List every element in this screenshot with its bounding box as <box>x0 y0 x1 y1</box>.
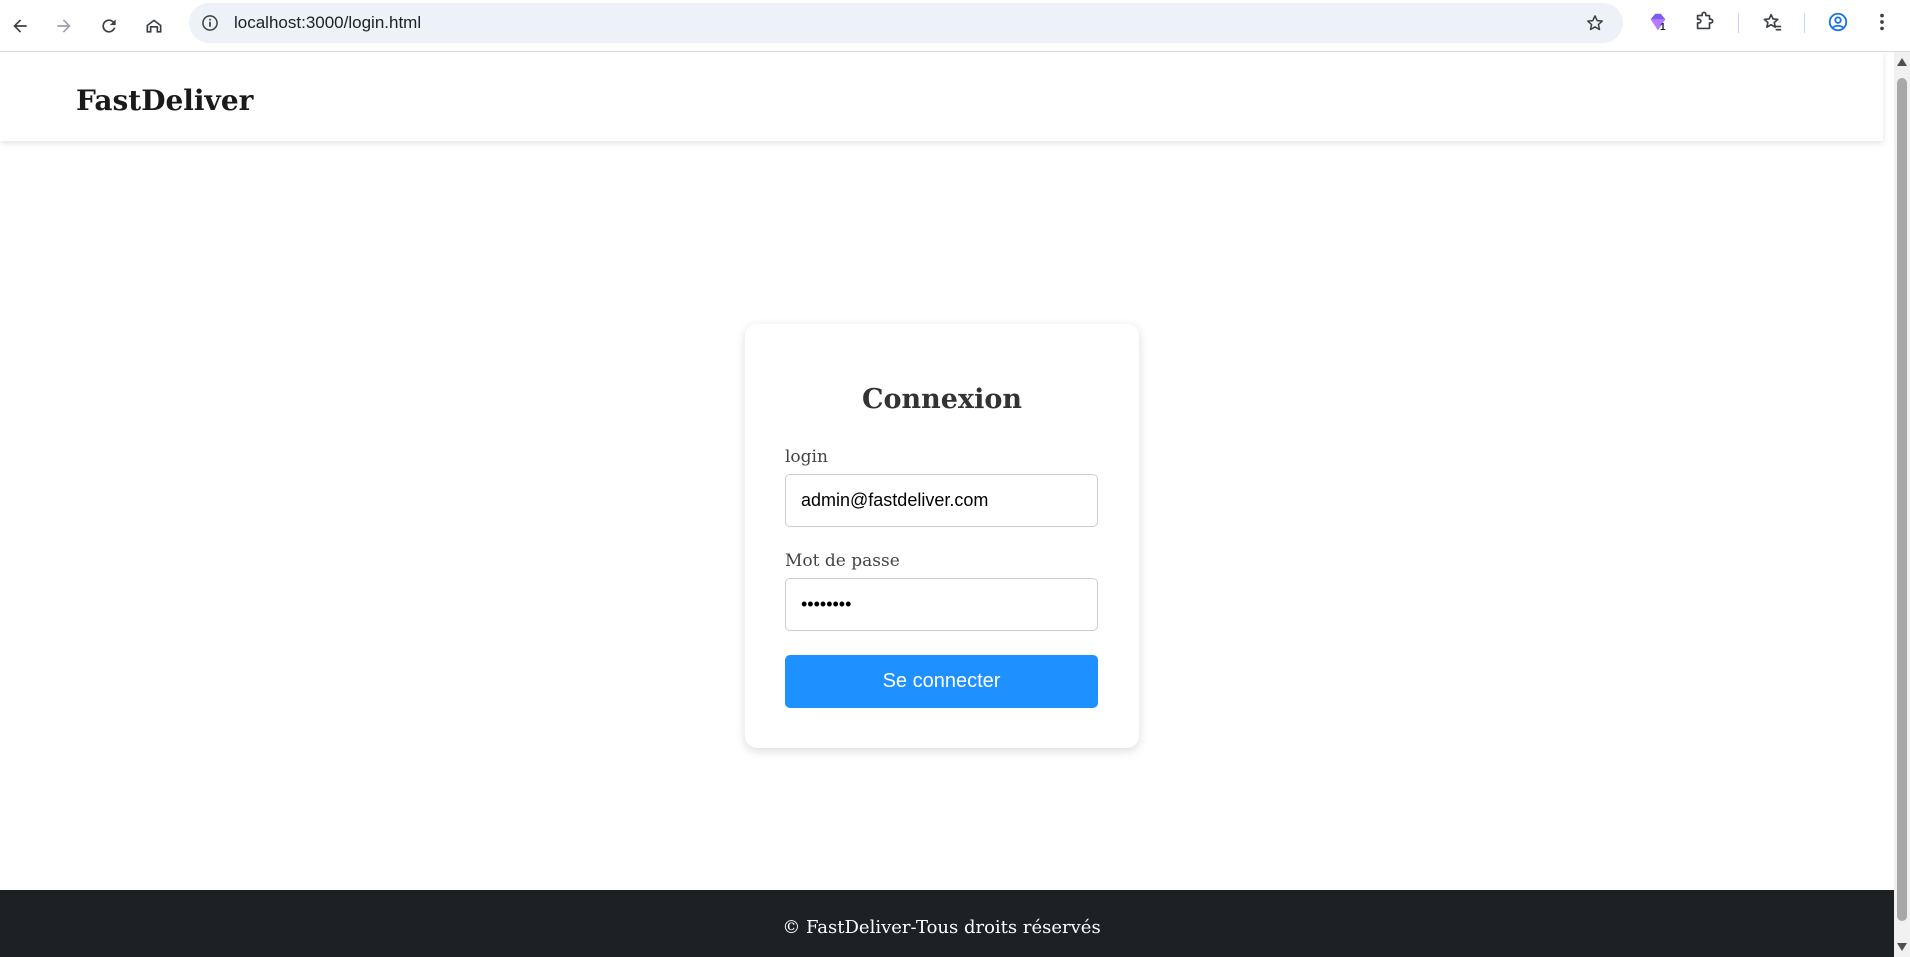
extension-gem-button[interactable]: 1 <box>1646 10 1670 34</box>
account-circle-icon <box>1828 12 1848 32</box>
login-input[interactable] <box>785 474 1098 527</box>
menu-button[interactable] <box>1870 10 1894 34</box>
home-icon <box>146 19 162 33</box>
site-info-icon[interactable] <box>200 13 220 33</box>
profile-button[interactable] <box>1826 10 1850 34</box>
back-button[interactable] <box>2 8 38 44</box>
puzzle-icon <box>1696 11 1714 30</box>
reload-icon <box>102 19 116 33</box>
toolbar-separator <box>1804 13 1805 33</box>
brand-logo[interactable]: FastDeliver <box>76 52 253 150</box>
login-card: Connexion login Mot de passe Se connecte… <box>745 324 1139 748</box>
login-submit-button[interactable]: Se connecter <box>785 655 1098 708</box>
forward-button[interactable] <box>46 8 82 44</box>
site-header: FastDeliver <box>0 52 1883 141</box>
site-footer: © FastDeliver-Tous droits réservés <box>0 890 1894 957</box>
footer-copyright: © FastDeliver-Tous droits réservés <box>782 917 1101 938</box>
extension-badge: 1 <box>1660 22 1666 33</box>
page-scrollbar[interactable] <box>1894 52 1910 957</box>
bookmarks-button[interactable] <box>1760 10 1784 34</box>
bookmark-star-icon[interactable] <box>1585 13 1605 33</box>
address-bar[interactable]: localhost:3000/login.html <box>189 3 1623 43</box>
password-input[interactable] <box>785 578 1098 631</box>
toolbar-separator <box>1738 13 1739 33</box>
scroll-up-arrow-icon[interactable] <box>1897 58 1907 66</box>
scroll-down-arrow-icon[interactable] <box>1897 943 1907 951</box>
extensions-button[interactable] <box>1692 10 1716 34</box>
browser-toolbar: localhost:3000/login.html 1 <box>0 0 1910 52</box>
reload-button[interactable] <box>91 8 127 44</box>
arrow-left-icon <box>13 19 27 33</box>
password-label: Mot de passe <box>785 551 900 571</box>
scroll-thumb[interactable] <box>1897 78 1907 921</box>
kebab-menu-icon <box>1880 13 1884 31</box>
login-label: login <box>785 447 828 467</box>
arrow-right-icon <box>57 19 71 33</box>
page-viewport: FastDeliver Connexion login Mot de passe… <box>0 52 1894 957</box>
login-title: Connexion <box>862 384 1022 415</box>
home-button[interactable] <box>136 8 172 44</box>
url-text[interactable]: localhost:3000/login.html <box>234 3 421 43</box>
star-list-icon <box>1763 13 1782 31</box>
